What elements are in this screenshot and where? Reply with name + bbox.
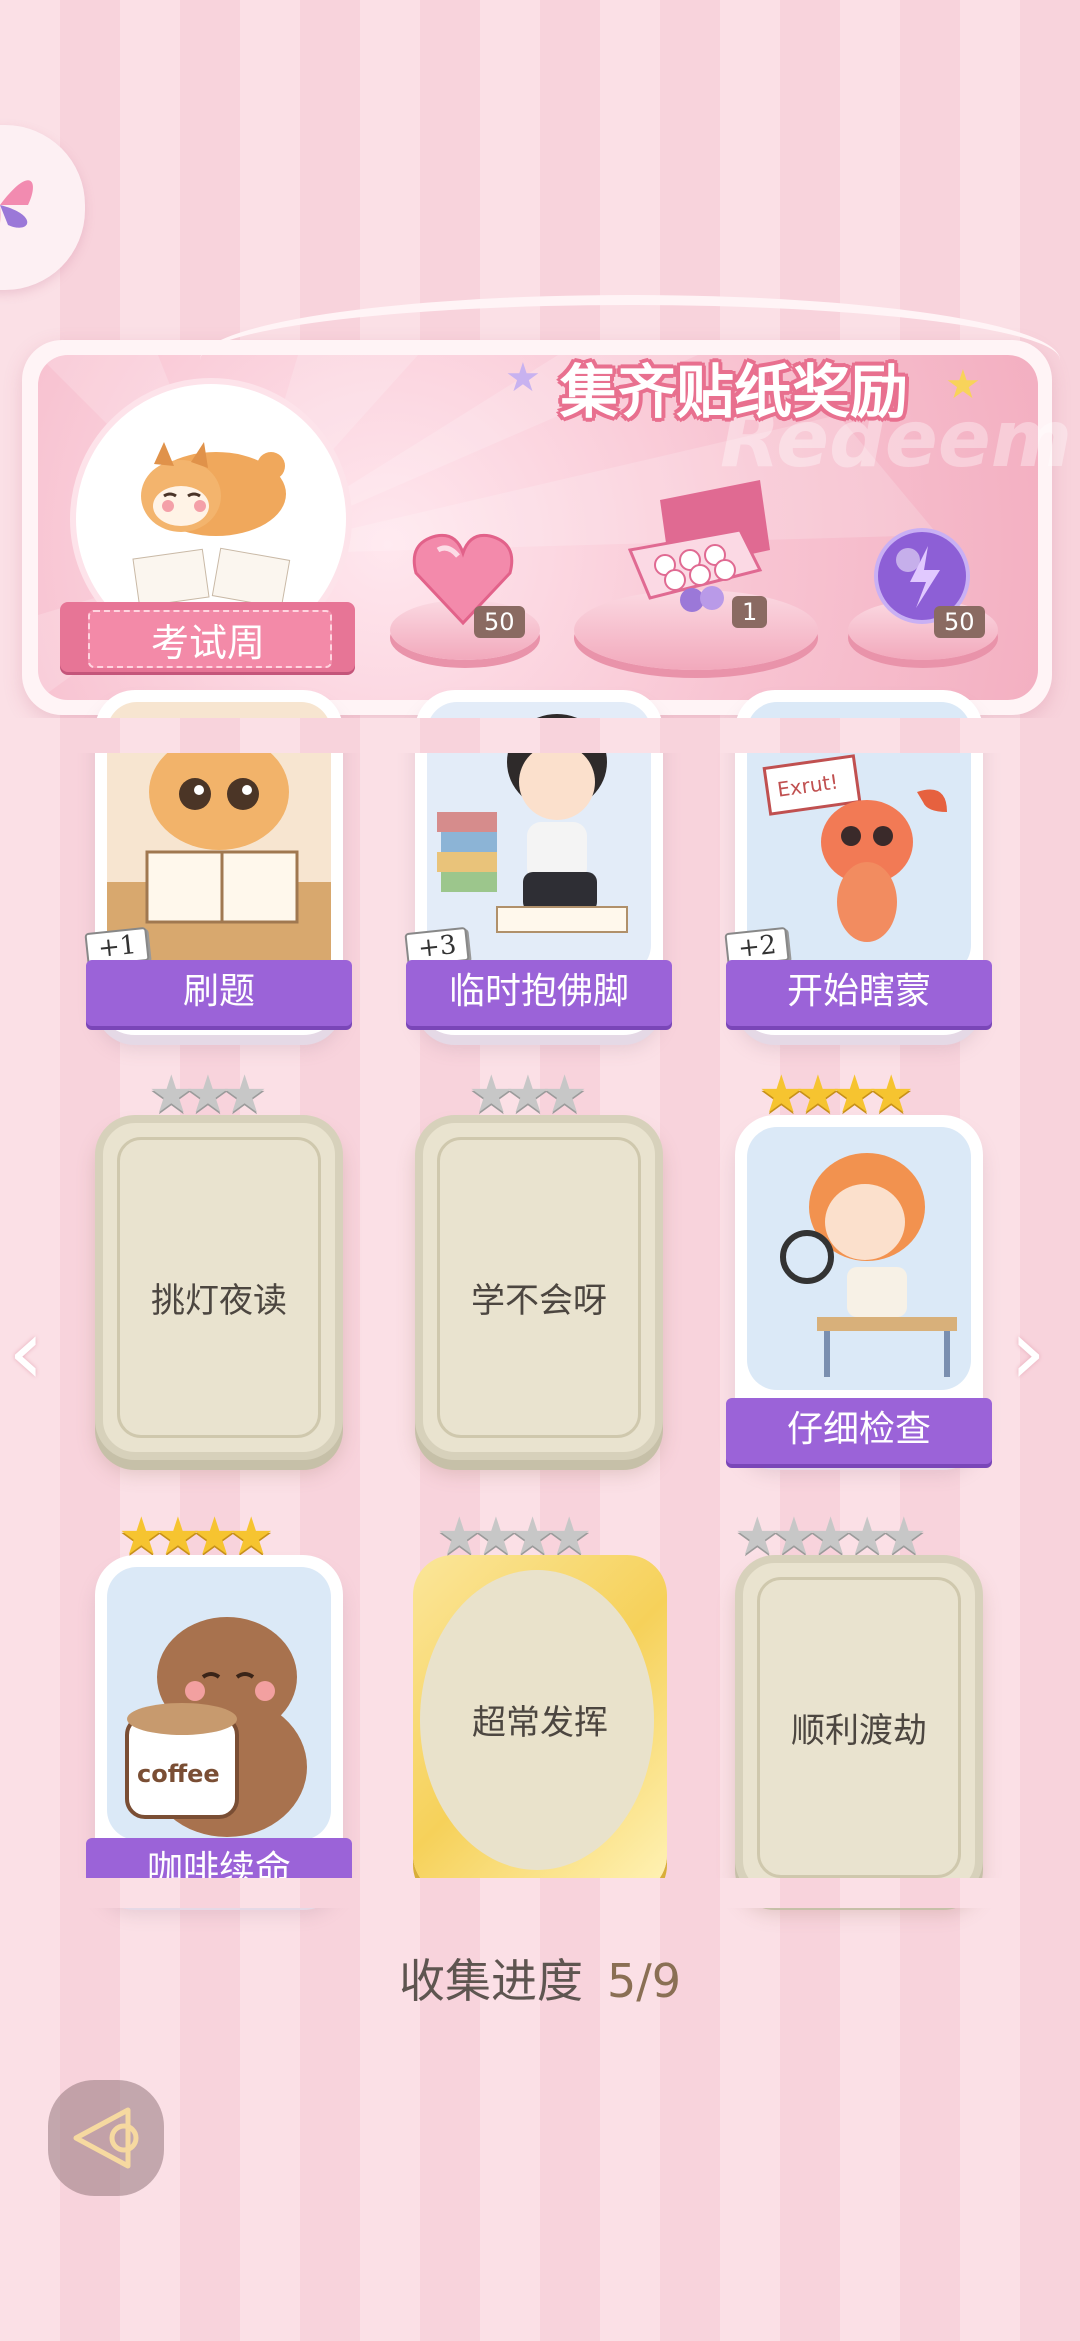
progress-value: 5/9 [606,1954,682,2008]
star-icon: ★ [505,355,541,401]
next-arrow-icon[interactable]: › [1010,1300,1046,1405]
back-arrow-icon [73,2107,139,2169]
banner-title: 集齐贴纸奖励 [560,358,909,426]
scroll-clip-top [0,718,1080,753]
progress-label: 收集进度 [398,1954,583,2008]
reward-count: 50 [474,606,525,638]
star-icon: ★ [945,362,981,408]
prev-arrow-icon[interactable]: ‹ [8,1300,44,1405]
sticker-card-locked[interactable]: 顺利渡劫 [735,1555,983,1900]
card-label: 超常发挥 [472,1703,608,1743]
pinwheel-menu-button[interactable] [0,125,85,290]
card-label: 临时抱佛脚 [406,960,672,1026]
scroll-clip-bottom [0,1878,1080,1908]
reward-count: 50 [934,606,985,638]
reward-count: 1 [732,596,768,628]
back-button[interactable] [48,2080,164,2196]
pinwheel-icon [0,180,33,228]
card-label: 挑灯夜读 [151,1281,287,1321]
card-label: 顺利渡劫 [791,1711,927,1751]
badge-label: 考试周 [150,621,265,665]
sticker-card-locked[interactable]: 学不会呀 [415,1115,663,1460]
coffee-cup-text: coffee [137,1760,220,1788]
sticker-card-locked[interactable]: 挑灯夜读 [95,1115,343,1460]
card-label: 开始瞎蒙 [726,960,992,1026]
girl-magnifier-illustration [747,1127,971,1390]
bear-coffee-illustration: coffee [107,1567,331,1840]
card-label: 学不会呀 [471,1281,607,1321]
card-label: 刷题 [86,960,352,1026]
collection-progress: 收集进度 5/9 [0,1945,1080,2011]
card-label: 仔细检查 [726,1398,992,1464]
